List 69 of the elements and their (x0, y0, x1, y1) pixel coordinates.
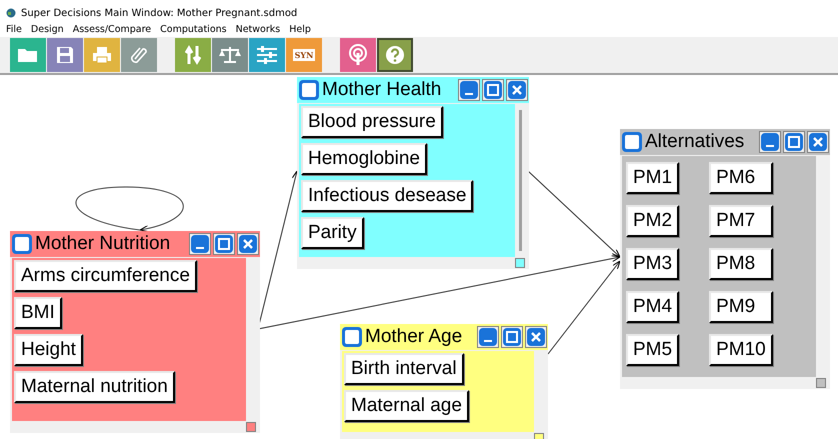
node-button[interactable]: Height (14, 334, 83, 366)
checkbox-icon[interactable] (298, 79, 320, 101)
resize-handle[interactable] (816, 378, 826, 388)
node-button[interactable]: Infectious desease (301, 180, 474, 212)
printer-icon (92, 46, 112, 64)
close-button[interactable] (525, 326, 547, 348)
menu-item[interactable]: Help (289, 24, 311, 35)
resize-handle[interactable] (246, 422, 256, 432)
cluster-title: Mother Health (322, 79, 442, 101)
maximize-button[interactable] (783, 131, 805, 153)
node-button[interactable]: PM2 (626, 205, 680, 237)
node-button[interactable]: PM3 (626, 248, 680, 280)
antenna-icon (348, 44, 368, 66)
menu-item[interactable]: Computations (160, 24, 227, 35)
menu-item[interactable]: File (6, 24, 22, 35)
settings-button[interactable] (249, 38, 285, 72)
node-button[interactable]: PM6 (709, 162, 773, 194)
minimize-button[interactable] (189, 233, 211, 255)
open-button[interactable] (10, 38, 46, 72)
save-button[interactable] (47, 38, 83, 72)
checkbox-icon[interactable] (11, 233, 33, 255)
menu-item[interactable]: Assess/Compare (72, 24, 152, 35)
sliders-icon (256, 46, 278, 64)
attach-button[interactable] (121, 38, 157, 72)
node-button[interactable]: PM9 (709, 291, 773, 323)
resize-handle[interactable] (515, 258, 525, 268)
node-button[interactable]: Maternal nutrition (14, 371, 175, 403)
scrollbar-thumb[interactable] (519, 110, 522, 251)
node-button[interactable]: PM10 (709, 334, 773, 366)
sync-button[interactable] (175, 38, 211, 72)
node-button[interactable]: Maternal age (344, 390, 469, 422)
menu-item[interactable]: Networks (236, 24, 280, 35)
node-button[interactable]: PM8 (709, 248, 773, 280)
floppy-icon (56, 46, 74, 64)
node-button[interactable]: PM7 (709, 205, 773, 237)
close-button[interactable] (506, 79, 528, 101)
maximize-button[interactable] (501, 326, 523, 348)
syn-button[interactable]: SYN (286, 38, 322, 72)
minimize-button[interactable] (477, 326, 499, 348)
help-button[interactable] (377, 38, 413, 72)
checkbox-icon[interactable] (621, 131, 643, 153)
window-title: Super Decisions Main Window: Mother Pregnant.sdmod (21, 8, 298, 18)
node-button[interactable]: Birth interval (344, 353, 464, 385)
node-button[interactable]: PM4 (626, 291, 680, 323)
folder-icon (17, 47, 39, 63)
node-button[interactable]: Blood pressure (301, 106, 443, 138)
node-button[interactable]: PM5 (626, 334, 680, 366)
minimize-button[interactable] (458, 79, 480, 101)
help-icon (385, 45, 405, 65)
menu-item[interactable]: Design (30, 24, 64, 35)
checkbox-icon[interactable] (341, 326, 363, 348)
close-button[interactable] (237, 233, 259, 255)
maximize-button[interactable] (482, 79, 504, 101)
close-button[interactable] (807, 131, 829, 153)
node-button[interactable]: Parity (301, 217, 364, 249)
cluster-title: Mother Age (365, 326, 464, 348)
refresh-icon (185, 44, 201, 66)
maximize-button[interactable] (213, 233, 235, 255)
cluster-title: Alternatives (645, 131, 746, 153)
cluster-title: Mother Nutrition (35, 233, 172, 255)
compare-button[interactable] (212, 38, 248, 72)
node-button[interactable]: Hemoglobine (301, 143, 427, 175)
node-button[interactable]: Arms circumference (14, 260, 197, 292)
node-button[interactable]: PM1 (626, 162, 680, 194)
app-icon (6, 8, 16, 18)
node-button[interactable]: BMI (14, 297, 62, 329)
paperclip-icon (130, 45, 148, 65)
scale-icon (219, 46, 241, 64)
minimize-button[interactable] (759, 131, 781, 153)
